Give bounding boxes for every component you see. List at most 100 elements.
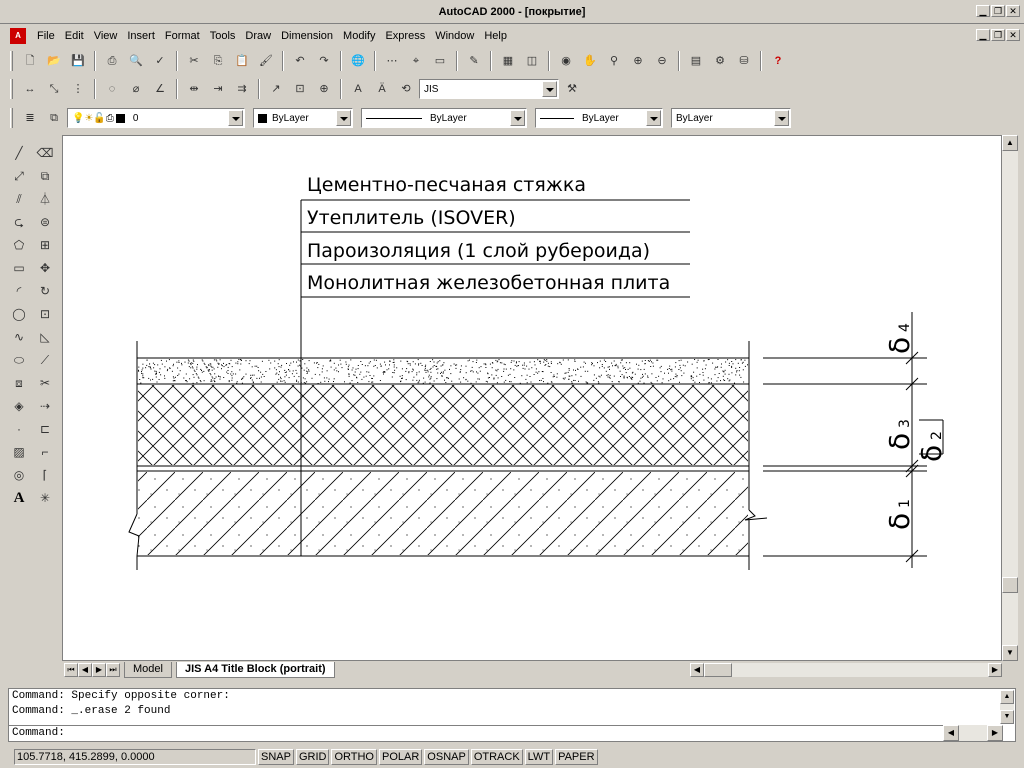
zoom-window-icon[interactable]: ⊕ [627, 50, 649, 72]
rotate-icon[interactable]: ↻ [34, 280, 56, 302]
circle-icon[interactable]: ◯ [8, 303, 30, 325]
scroll-up-icon[interactable]: ▲ [1002, 135, 1018, 151]
osnap-toggle[interactable]: OSNAP [424, 749, 469, 765]
next-tab-icon[interactable]: ▶ [92, 663, 106, 677]
open-icon[interactable]: 📂 [43, 50, 65, 72]
scroll-left-icon[interactable]: ◀ [690, 663, 704, 677]
new-icon[interactable]: 🗋 [19, 50, 41, 72]
help-icon[interactable]: ? [767, 50, 789, 72]
menu-insert[interactable]: Insert [122, 27, 160, 45]
make-object-layer-current-icon[interactable]: ⧉ [43, 107, 65, 129]
diameter-dim-icon[interactable]: ⌀ [125, 78, 147, 100]
point-icon[interactable]: · [8, 418, 30, 440]
menu-edit[interactable]: Edit [60, 27, 89, 45]
prev-tab-icon[interactable]: ◀ [78, 663, 92, 677]
linetype-select[interactable]: ByLayer [361, 108, 527, 128]
dimstyle-select[interactable]: JIS [419, 79, 559, 99]
trim-icon[interactable]: ✂ [34, 372, 56, 394]
3d-orbit-icon[interactable]: ◉ [555, 50, 577, 72]
viewports-icon[interactable]: ◫ [521, 50, 543, 72]
label-screed[interactable]: Цементно-песчаная стяжка [307, 174, 586, 196]
dimstyle-manager-icon[interactable]: ⚒ [561, 78, 583, 100]
polyline-icon[interactable]: ⮎ [8, 211, 30, 233]
fillet-icon[interactable]: ⌈ [34, 464, 56, 486]
aligned-dim-icon[interactable]: ⤡ [43, 78, 65, 100]
command-scroll-left-icon[interactable]: ◀ [943, 725, 959, 741]
dim-d2[interactable]: δ 2 [915, 431, 948, 462]
autocad-doc-icon[interactable]: A [10, 28, 26, 44]
hatch-icon[interactable]: ▨ [8, 441, 30, 463]
lineweight-select[interactable]: ByLayer [535, 108, 663, 128]
named-views-icon[interactable]: ▦ [497, 50, 519, 72]
chamfer-icon[interactable]: ⌐ [34, 441, 56, 463]
command-scroll-up-icon[interactable]: ▲ [1000, 690, 1014, 704]
mirror-icon[interactable]: ⏃ [34, 188, 56, 210]
label-slab[interactable]: Монолитная железобетонная плита [307, 272, 670, 294]
leader-icon[interactable]: ↗ [265, 78, 287, 100]
menu-window[interactable]: Window [430, 27, 479, 45]
web-icon[interactable]: 🌐 [347, 50, 369, 72]
menu-help[interactable]: Help [479, 27, 512, 45]
extend-icon[interactable]: ⇢ [34, 395, 56, 417]
doc-minimize-icon[interactable]: ▁ [976, 29, 990, 41]
inquiry-icon[interactable]: ▭ [429, 50, 451, 72]
command-scroll-track[interactable] [959, 725, 987, 741]
coordinate-readout[interactable]: 105.7718, 415.2899, 0.0000 [14, 749, 256, 765]
scroll-right-icon[interactable]: ▶ [988, 663, 1002, 677]
print-preview-icon[interactable]: 🔍 [125, 50, 147, 72]
scroll-down-icon[interactable]: ▼ [1002, 645, 1018, 661]
match-properties-icon[interactable]: 🖌 [255, 50, 277, 72]
dim-update-icon[interactable]: ⟲ [395, 78, 417, 100]
lwt-toggle[interactable]: LWT [524, 749, 554, 765]
undo-icon[interactable]: ↶ [289, 50, 311, 72]
restore-icon[interactable]: ❐ [991, 5, 1005, 17]
ucs-icon[interactable]: ⌖ [405, 50, 427, 72]
horizontal-scrollbar[interactable]: ◀ ▶ [690, 663, 1002, 677]
vertical-scrollbar[interactable]: ▲ ▼ [1002, 135, 1018, 661]
grid-toggle[interactable]: GRID [295, 749, 330, 765]
copy-object-icon[interactable]: ⧉ [34, 165, 56, 187]
save-icon[interactable]: 💾 [67, 50, 89, 72]
center-mark-icon[interactable]: ⊕ [313, 78, 335, 100]
break-icon[interactable]: ⊏ [34, 418, 56, 440]
multiline-text-icon[interactable]: A [8, 487, 30, 509]
polygon-icon[interactable]: ⬠ [8, 234, 30, 256]
menu-draw[interactable]: Draw [240, 27, 276, 45]
chevron-down-icon[interactable] [336, 110, 351, 126]
rectangle-icon[interactable]: ▭ [8, 257, 30, 279]
scale-icon[interactable]: ⊡ [34, 303, 56, 325]
continue-dim-icon[interactable]: ⇉ [231, 78, 253, 100]
menu-file[interactable]: File [32, 27, 60, 45]
object-snap-icon[interactable]: ⋯ [381, 50, 403, 72]
cut-icon[interactable]: ✂ [183, 50, 205, 72]
linear-dim-icon[interactable]: ↔ [19, 78, 41, 100]
dim-text-edit-icon[interactable]: Ä [371, 78, 393, 100]
explode-icon[interactable]: ✳ [34, 487, 56, 509]
baseline-dim-icon[interactable]: ⇥ [207, 78, 229, 100]
first-tab-icon[interactable]: ⏮ [64, 663, 78, 677]
dbconnect-icon[interactable]: ⛁ [733, 50, 755, 72]
label-vapor-barrier[interactable]: Пароизоляция (1 слой рубероида) [307, 240, 650, 262]
zoom-previous-icon[interactable]: ⊖ [651, 50, 673, 72]
paste-icon[interactable]: 📋 [231, 50, 253, 72]
pan-icon[interactable]: ✋ [579, 50, 601, 72]
toolbar-grip[interactable] [10, 79, 13, 99]
spline-icon[interactable]: ∿ [8, 326, 30, 348]
tab-jis-a4-title-block[interactable]: JIS A4 Title Block (portrait) [175, 662, 335, 678]
stretch-icon[interactable]: ◺ [34, 326, 56, 348]
doc-close-icon[interactable]: ✕ [1006, 29, 1020, 41]
vertical-scroll-thumb[interactable] [1002, 577, 1018, 593]
ortho-toggle[interactable]: ORTHO [331, 749, 377, 765]
paper-toggle[interactable]: PAPER [555, 749, 598, 765]
tab-model[interactable]: Model [124, 662, 172, 678]
menu-express[interactable]: Express [380, 27, 430, 45]
menu-tools[interactable]: Tools [205, 27, 241, 45]
arc-icon[interactable]: ◜ [8, 280, 30, 302]
color-select[interactable]: ByLayer [253, 108, 353, 128]
doc-restore-icon[interactable]: ❐ [991, 29, 1005, 41]
otrack-toggle[interactable]: OTRACK [470, 749, 523, 765]
array-icon[interactable]: ⊞ [34, 234, 56, 256]
command-vertical-scrollbar[interactable]: ▲ ▼ [1000, 690, 1014, 724]
lengthen-icon[interactable]: ⟋ [34, 349, 56, 371]
chevron-down-icon[interactable] [774, 110, 789, 126]
